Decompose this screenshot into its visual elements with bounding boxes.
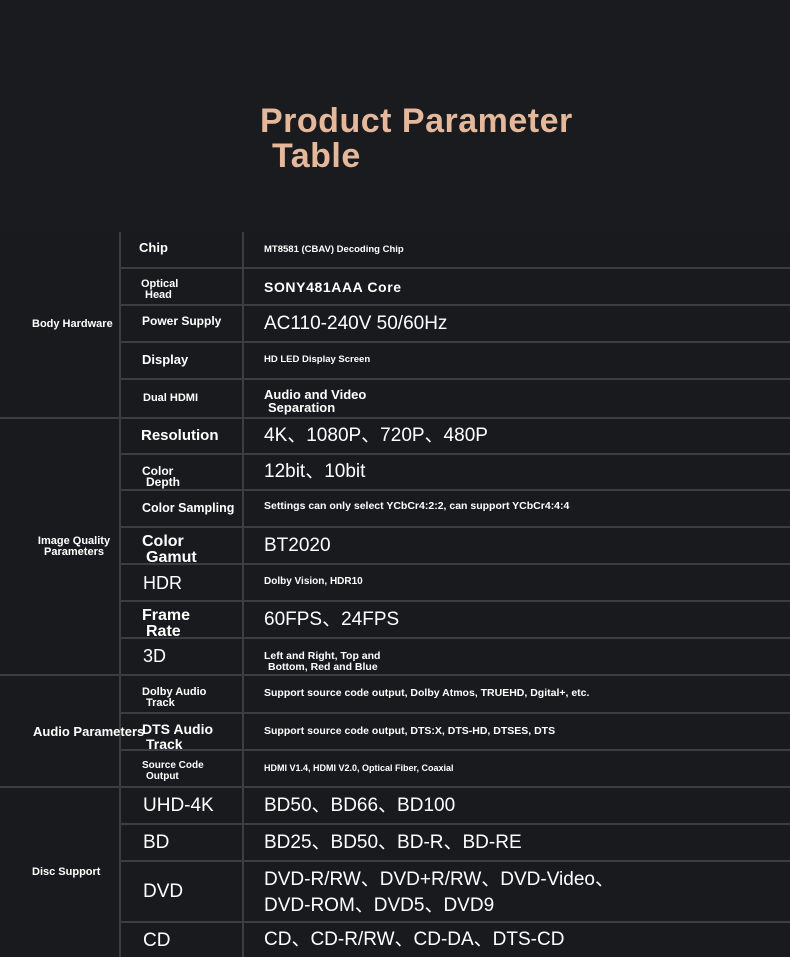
group-label: Image Quality Parameters <box>37 534 111 558</box>
row-value: DVD-R/RW、DVD+R/RW、DVD-Video、 DVD-ROM、DVD5… <box>264 868 614 916</box>
row-value: HD LED Display Screen <box>264 354 371 365</box>
group-label: Audio Parameters <box>33 723 145 739</box>
row-key: Color Depth <box>142 464 180 489</box>
row-key: Resolution <box>141 427 219 444</box>
group-image-quality: Image Quality Parameters <box>0 419 120 674</box>
group-disc-support: Disc Support <box>0 788 120 957</box>
row-value: Left and Right, Top and Bottom, Red and B… <box>264 649 381 673</box>
group-body-hardware: Body Hardware <box>0 232 120 417</box>
row-key: Power Supply <box>142 314 222 328</box>
page-title: Product Parameter Table <box>260 104 573 174</box>
group-audio: Audio Parameters <box>0 676 144 786</box>
row-value: Support source code output, DTS:X, DTS-H… <box>264 725 556 737</box>
row-key: Color Sampling <box>142 500 235 515</box>
row-value: HDMI V1.4, HDMI V2.0, Optical Fiber, Coa… <box>264 763 454 773</box>
row-value: 4K、1080P、720P、480P <box>264 425 488 446</box>
title-line-2: Table <box>272 137 361 175</box>
header-area: Product Parameter Table <box>0 0 790 232</box>
row-value: MT8581 (CBAV) Decoding Chip <box>264 244 404 255</box>
row-key: 3D <box>143 646 167 666</box>
row-key: Color Gamut <box>142 533 197 566</box>
row-value: 12bit、10bit <box>264 461 366 482</box>
row-value: AC110-240V 50/60Hz <box>264 312 448 334</box>
row-key: Dolby Audio Track <box>142 685 207 709</box>
row-value: BD25、BD50、BD-R、BD-RE <box>264 831 522 853</box>
row-key: DVD <box>143 881 184 902</box>
row-key: HDR <box>143 572 182 593</box>
group-label: Body Hardware <box>32 318 113 330</box>
row-key: Optical Head <box>141 278 179 301</box>
row-value: Support source code output, Dolby Atmos,… <box>264 687 590 699</box>
row-key: BD <box>143 832 170 853</box>
row-key: Source Code Output <box>142 760 204 782</box>
row-key: Dual HDMI <box>143 392 198 404</box>
row-value: CD、CD-R/RW、CD-DA、DTS-CD <box>264 929 565 950</box>
row-key: UHD-4K <box>143 795 214 816</box>
group-label: Disc Support <box>32 866 101 878</box>
row-key: CD <box>143 929 171 951</box>
row-value: Settings can only select YCbCr4:2:2, can… <box>264 500 570 512</box>
row-key: Chip <box>139 239 168 255</box>
row-value: BT2020 <box>264 534 331 556</box>
row-key: Frame Rate <box>142 607 191 640</box>
row-value: Dolby Vision, HDR10 <box>264 576 363 587</box>
row-key: Display <box>142 352 189 367</box>
title-line-1: Product Parameter <box>260 102 573 140</box>
row-value: BD50、BD66、BD100 <box>264 794 456 816</box>
row-value: Audio and Video Separation <box>264 386 367 415</box>
row-key: DTS Audio Track <box>142 721 214 752</box>
row-value: SONY481AAA Core <box>264 278 402 295</box>
row-value: 60FPS、24FPS <box>264 608 400 630</box>
